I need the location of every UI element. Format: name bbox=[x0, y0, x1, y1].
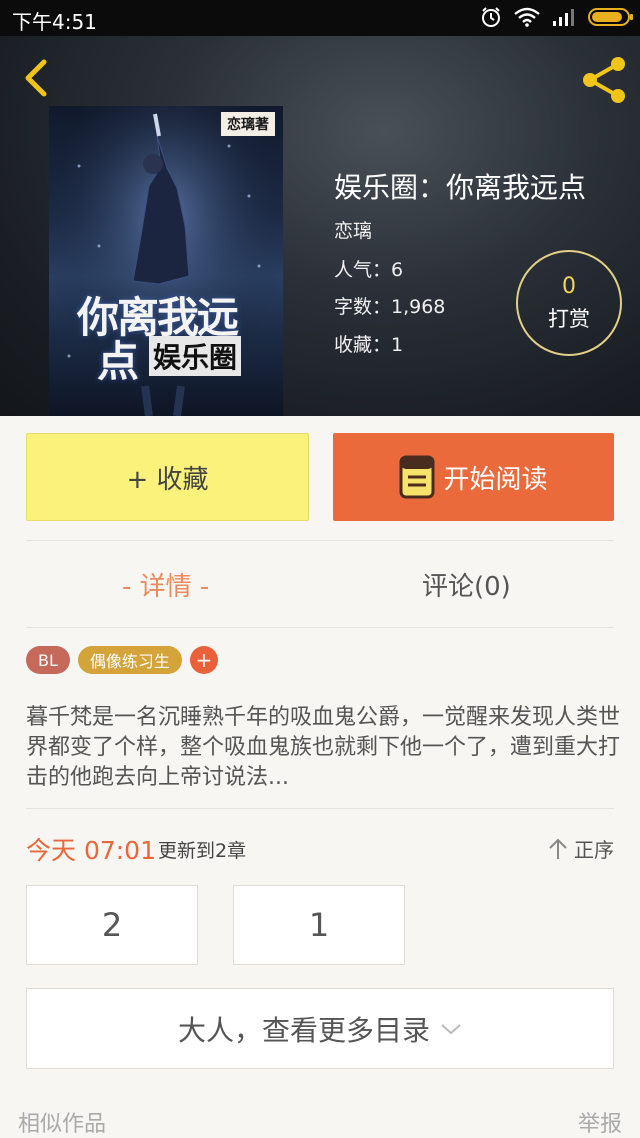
add-favorite-label: + 收藏 bbox=[126, 464, 209, 495]
cover-title-line3: 娱乐圈 bbox=[149, 336, 242, 376]
chapter-number: 1 bbox=[308, 906, 330, 944]
update-text: 更新到2章 bbox=[158, 840, 247, 862]
book-header: 恋璃著 你离我远 点 娱乐圈 娱乐圈：你离我远点 恋璃 人气：6 字数：1,96… bbox=[0, 36, 640, 416]
status-time: 下午4:51 bbox=[12, 10, 97, 34]
chapter-box[interactable]: 1 bbox=[233, 885, 405, 965]
chapter-number: 2 bbox=[101, 906, 123, 944]
cover-title-line2: 点 bbox=[97, 337, 140, 386]
more-catalog-label: 大人，查看更多目录 bbox=[177, 1013, 430, 1047]
status-bar: 下午4:51 bbox=[0, 0, 640, 36]
reward-button[interactable]: 0 打赏 bbox=[516, 250, 622, 356]
start-reading-button[interactable]: 开始阅读 bbox=[333, 433, 614, 521]
book-word-count: 字数：1,968 bbox=[334, 296, 446, 318]
sort-button[interactable]: 正序 bbox=[548, 834, 614, 863]
similar-works-heading: 相似作品 bbox=[18, 1112, 107, 1137]
book-title: 娱乐圈：你离我远点 bbox=[334, 171, 587, 204]
battery-fill bbox=[592, 12, 623, 22]
divider bbox=[26, 808, 614, 809]
add-tag-button[interactable]: + bbox=[189, 646, 218, 674]
tag-idol-trainee[interactable]: 偶像练习生 bbox=[77, 646, 182, 674]
divider bbox=[26, 540, 614, 541]
add-favorite-button[interactable]: + 收藏 bbox=[26, 433, 309, 521]
tab-detail[interactable]: - 详情 - bbox=[122, 566, 209, 603]
book-favorites: 收藏：1 bbox=[334, 334, 404, 356]
sort-label: 正序 bbox=[574, 838, 614, 862]
book-icon bbox=[399, 455, 435, 499]
book-popularity: 人气：6 bbox=[334, 259, 404, 281]
back-chevron-icon[interactable] bbox=[14, 56, 58, 100]
signal-icon bbox=[553, 9, 574, 26]
update-time: 今天 07:01 bbox=[26, 836, 156, 865]
share-icon[interactable] bbox=[578, 54, 630, 106]
tag-bl[interactable]: BL bbox=[26, 646, 70, 674]
reward-label: 打赏 bbox=[548, 307, 590, 331]
tab-comments[interactable]: 评论(0) bbox=[422, 566, 511, 603]
status-icons bbox=[480, 6, 633, 28]
book-cover: 恋璃著 你离我远 点 娱乐圈 bbox=[49, 106, 283, 416]
book-author[interactable]: 恋璃 bbox=[334, 216, 372, 243]
wifi-icon bbox=[514, 7, 540, 27]
arrow-up-icon bbox=[549, 838, 567, 859]
start-reading-label: 开始阅读 bbox=[443, 464, 548, 495]
alarm-icon bbox=[482, 7, 500, 27]
chevron-down-icon bbox=[441, 1023, 461, 1034]
chapter-box[interactable]: 2 bbox=[26, 885, 198, 965]
tag-list: BL 偶像练习生 + bbox=[26, 646, 218, 674]
cover-author-tag: 恋璃著 bbox=[221, 112, 275, 136]
battery-icon bbox=[588, 8, 633, 26]
divider bbox=[26, 627, 614, 628]
book-description[interactable]: 暮千梵是一名沉睡熟千年的吸血鬼公爵，一觉醒来发现人类世界都变了个样，整个吸血鬼族… bbox=[26, 703, 620, 793]
report-link[interactable]: 举报 bbox=[578, 1106, 622, 1138]
reward-count: 0 bbox=[562, 274, 576, 299]
more-catalog-button[interactable]: 大人，查看更多目录 bbox=[26, 988, 614, 1069]
